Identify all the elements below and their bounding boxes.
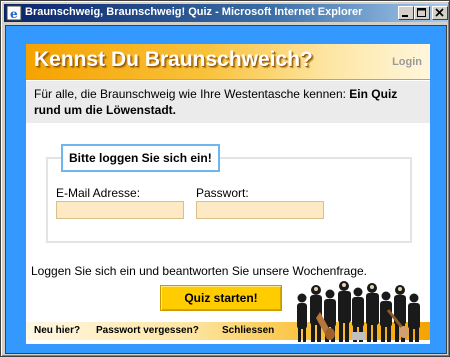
quiz-panel: Kennst Du Braunschweich? Login Für alle,… [26, 44, 430, 344]
page-content: Kennst Du Braunschweich? Login Für alle,… [5, 25, 447, 354]
email-field[interactable] [56, 201, 184, 219]
start-quiz-button[interactable]: Quiz starten! [160, 285, 282, 311]
intro-plain: Für alle, die Braunschweig wie Ihre West… [34, 87, 350, 101]
maximize-button[interactable] [414, 6, 430, 20]
email-label: E-Mail Adresse: [56, 186, 141, 200]
new-here-link[interactable]: Neu hier? [34, 325, 80, 336]
login-link[interactable]: Login [392, 56, 422, 68]
forgot-password-link[interactable]: Passwort vergessen? [96, 325, 199, 336]
login-legend: Bitte loggen Sie sich ein! [61, 144, 220, 172]
browser-window: e Braunschweig, Braunschweig! Quiz - Mic… [0, 0, 450, 357]
password-label: Passwort: [196, 186, 249, 200]
close-icon [435, 8, 444, 17]
minimize-button[interactable] [398, 6, 414, 20]
window-title: Braunschweig, Braunschweig! Quiz - Micro… [25, 6, 363, 18]
band-photo-image [297, 281, 420, 342]
title-bar[interactable]: e Braunschweig, Braunschweig! Quiz - Mic… [4, 4, 448, 22]
header-banner: Kennst Du Braunschweich? Login [26, 44, 430, 80]
close-button[interactable] [432, 6, 448, 20]
internet-explorer-icon: e [6, 5, 22, 21]
intro-text: Für alle, die Braunschweig wie Ihre West… [26, 81, 430, 123]
svg-text:e: e [10, 7, 18, 21]
maximize-icon [417, 8, 426, 17]
page-title: Kennst Du Braunschweich? [34, 48, 313, 71]
close-link[interactable]: Schliessen [222, 325, 274, 336]
minimize-icon [402, 15, 408, 17]
password-field[interactable] [196, 201, 324, 219]
